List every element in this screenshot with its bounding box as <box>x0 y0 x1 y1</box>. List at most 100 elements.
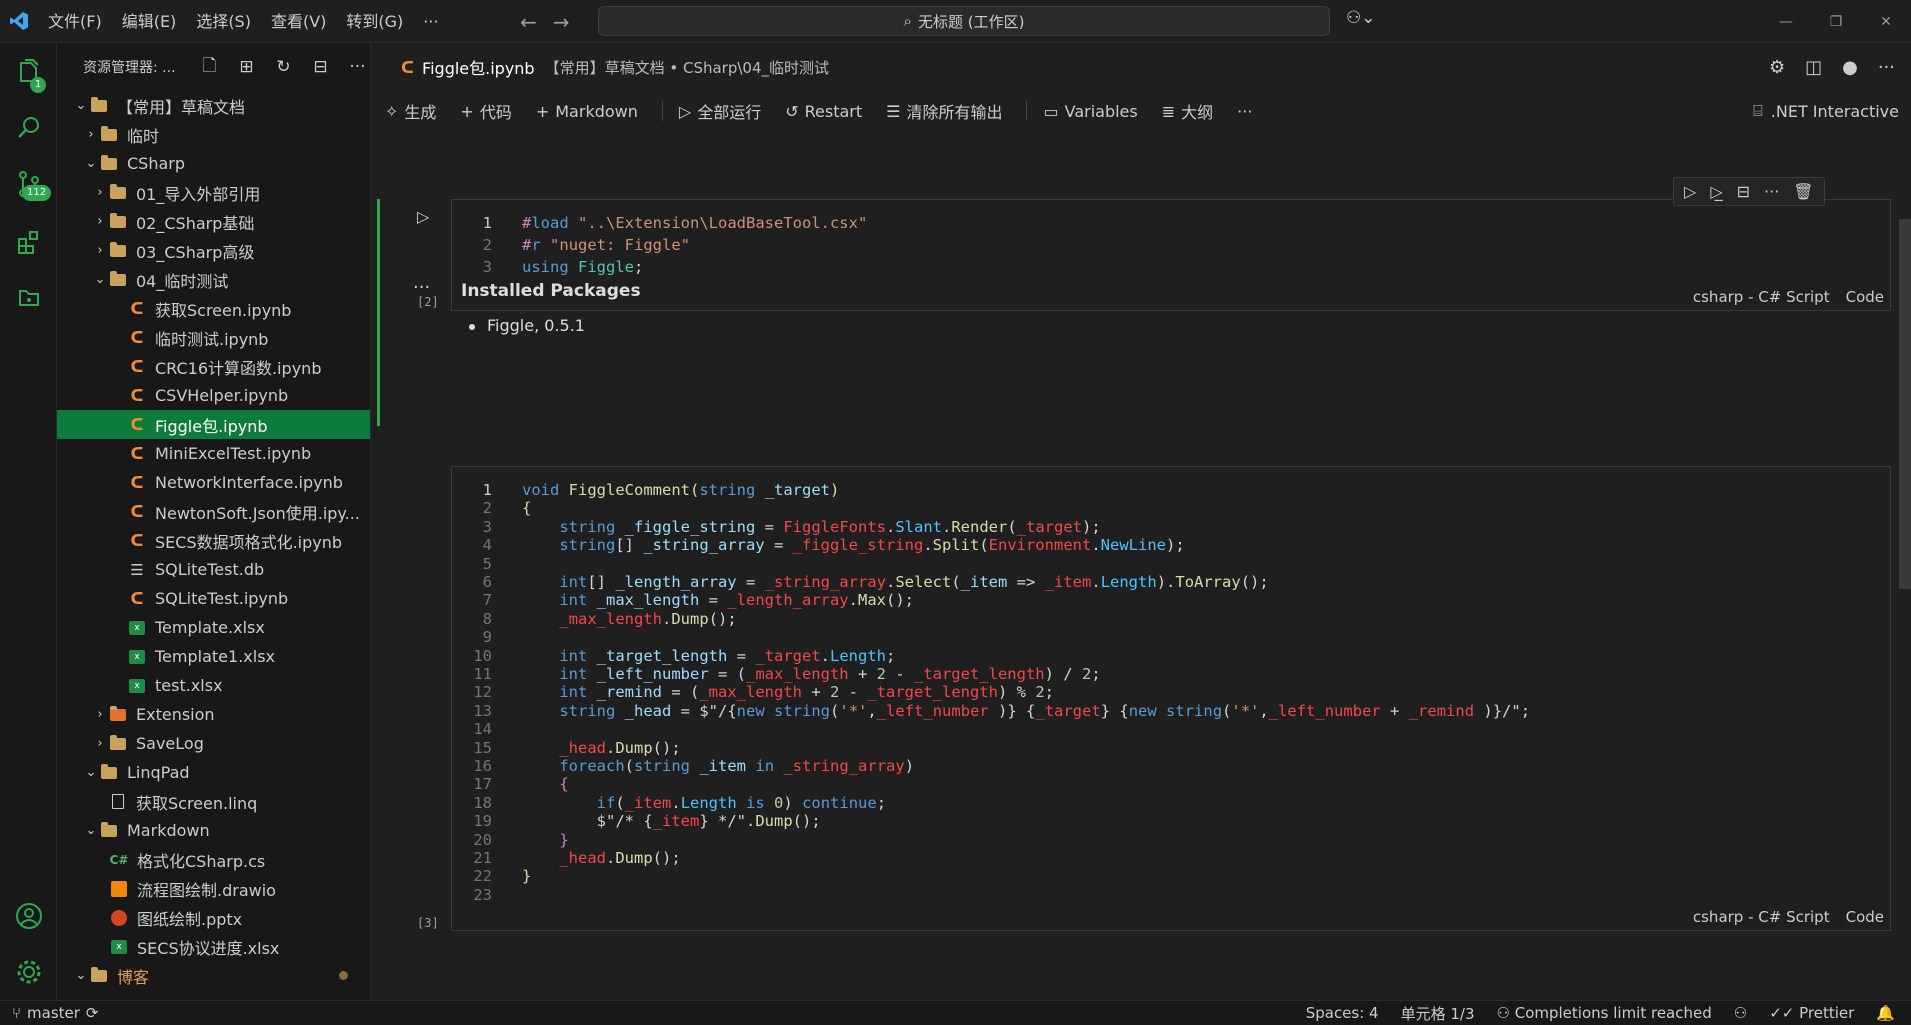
menu-view[interactable]: 查看(V) <box>261 0 336 43</box>
tree-item[interactable]: ᑕ 临时测试.ipynb <box>57 323 370 352</box>
split-editor-icon[interactable]: ◫ <box>1805 57 1822 78</box>
kernel-icon: ⌸ <box>1753 101 1763 120</box>
tree-item[interactable]: ᑕ MiniExcelTest.ipynb <box>57 439 370 468</box>
folder-icon <box>108 270 128 286</box>
code-cell-1[interactable]: 1 #load "..\Extension\LoadBaseTool.csx" … <box>451 199 1891 311</box>
run-all-button[interactable]: ▷ 全部运行 <box>679 99 761 123</box>
tree-item[interactable]: › SaveLog <box>57 729 370 758</box>
tree-item[interactable]: ᑕ CSVHelper.ipynb <box>57 381 370 410</box>
tree-item[interactable]: 获取Screen.linq <box>57 787 370 816</box>
tree-item[interactable]: 图纸绘制.pptx <box>57 903 370 932</box>
restore-icon[interactable]: ❐ <box>1811 0 1861 43</box>
menu-go[interactable]: 转到(G) <box>336 0 413 43</box>
refresh-icon[interactable]: ↻ <box>271 57 296 77</box>
extensions-icon[interactable] <box>0 215 57 269</box>
forward-arrow-icon[interactable]: → <box>553 10 570 34</box>
restart-button[interactable]: ↺ Restart <box>785 102 862 121</box>
prettier-status[interactable]: ✓✓ Prettier <box>1769 1004 1854 1022</box>
code-line: void FiggleComment(string _target) <box>522 481 840 499</box>
account-icon[interactable] <box>0 889 57 943</box>
tree-item[interactable]: › 临时 <box>57 120 370 149</box>
new-folder-icon[interactable]: ⊞ <box>234 57 259 77</box>
tree-item[interactable]: › Extension <box>57 700 370 729</box>
tree-item[interactable]: › 02_CSharp基础 <box>57 207 370 236</box>
menu-edit[interactable]: 编辑(E) <box>112 0 187 43</box>
tree-item[interactable]: ᑕ CRC16计算函数.ipynb <box>57 352 370 381</box>
tree-item[interactable]: 流程图绘制.drawio <box>57 874 370 903</box>
tree-item[interactable]: ᑕ NetworkInterface.ipynb <box>57 468 370 497</box>
tree-item[interactable]: ⌄ 博客 <box>57 961 370 990</box>
tree-item[interactable]: ᑕ NewtonSoft.Json使用.ipy... <box>57 497 370 526</box>
menu-file[interactable]: 文件(F) <box>38 0 112 43</box>
kernel-picker[interactable]: ⌸ .NET Interactive <box>1753 91 1899 131</box>
tree-item[interactable]: x Template.xlsx <box>57 613 370 642</box>
gear-icon[interactable]: ⚙ <box>1769 57 1785 78</box>
completions-status[interactable]: ⚇ Completions limit reached <box>1497 1004 1712 1022</box>
source-control-icon[interactable]: 112 <box>0 157 57 211</box>
cell-more-icon[interactable]: ··· <box>1764 182 1779 201</box>
tree-item[interactable]: ⌄ 04_临时测试 <box>57 265 370 294</box>
run-below-icon[interactable]: ▷̲ <box>1710 182 1722 201</box>
delete-cell-icon[interactable]: 🗑 <box>1793 182 1813 201</box>
unsaved-dot-icon[interactable]: ● <box>1842 57 1858 78</box>
settings-gear-icon[interactable] <box>0 945 57 999</box>
run-cell-icon[interactable]: ▷ <box>417 207 429 226</box>
tree-item[interactable]: › 01_导入外部引用 <box>57 178 370 207</box>
run-above-icon[interactable]: ▷ <box>1684 182 1696 201</box>
explorer-icon[interactable]: 1 <box>0 47 57 101</box>
tree-item[interactable]: x SECS协议进度.xlsx <box>57 932 370 961</box>
run-icon: ▷ <box>678 101 692 121</box>
more-icon[interactable]: ··· <box>1878 57 1895 78</box>
cell-language[interactable]: csharp - C# Script <box>1693 288 1830 306</box>
line-number: 1 <box>482 214 492 232</box>
outline-button[interactable]: ≣ 大纲 <box>1162 99 1213 123</box>
csharp-icon: C# <box>109 852 129 867</box>
collapse-all-icon[interactable]: ⊟ <box>308 57 333 77</box>
tree-item[interactable]: ⌄ 【常用】草稿文档 <box>57 91 370 120</box>
cell-language[interactable]: csharp - C# Script <box>1693 908 1830 926</box>
variables-button[interactable]: ▭ Variables <box>1043 102 1137 121</box>
generate-button[interactable]: ✧ 生成 <box>385 99 436 123</box>
indentation-status[interactable]: Spaces: 4 <box>1306 1004 1379 1022</box>
tree-item[interactable]: ᑕ SECS数据项格式化.ipynb <box>57 526 370 555</box>
tree-item-label: Template.xlsx <box>155 618 265 637</box>
sync-icon[interactable]: ⟳ <box>86 1004 99 1022</box>
output-more-icon[interactable]: ··· <box>413 277 430 298</box>
tree-item[interactable]: ᑕ 获取Screen.ipynb <box>57 294 370 323</box>
tree-item[interactable]: ☰ SQLiteTest.db <box>57 555 370 584</box>
search-view-icon[interactable] <box>0 101 57 155</box>
more-actions-icon[interactable]: ··· <box>345 57 370 77</box>
cell-position-status[interactable]: 单元格 1/3 <box>1401 1003 1475 1024</box>
close-icon[interactable]: ✕ <box>1861 0 1911 43</box>
tree-item[interactable]: ⌄ CSharp <box>57 149 370 178</box>
minimize-icon[interactable]: — <box>1761 0 1811 43</box>
tree-item[interactable]: ⌄ Markdown <box>57 816 370 845</box>
tree-item[interactable]: x Template1.xlsx <box>57 642 370 671</box>
tab-figgle[interactable]: Figgle包.ipynb <box>422 55 535 79</box>
add-markdown-button[interactable]: + Markdown <box>536 102 638 121</box>
copilot-status-icon[interactable]: ⚇ <box>1734 1004 1747 1022</box>
add-code-button[interactable]: + 代码 <box>460 99 511 123</box>
tree-item[interactable]: ᑕ SQLiteTest.ipynb <box>57 584 370 613</box>
line-number: 3 <box>482 258 492 276</box>
new-file-icon[interactable]: 🗋 <box>197 53 222 82</box>
back-arrow-icon[interactable]: ← <box>520 10 537 34</box>
split-cell-icon[interactable]: ⊟ <box>1737 182 1750 201</box>
tree-item[interactable]: x test.xlsx <box>57 671 370 700</box>
branch-indicator[interactable]: ⑂ master ⟳ <box>0 1004 99 1022</box>
tree-item[interactable]: ⌄ LinqPad <box>57 758 370 787</box>
copilot-icon[interactable]: ⚇⌄ <box>1346 8 1375 28</box>
command-center-search[interactable]: ⌕ 无标题 (工作区) <box>598 6 1330 36</box>
menu-more[interactable]: ··· <box>413 0 448 43</box>
remote-explorer-icon[interactable] <box>0 271 57 325</box>
tree-item[interactable]: C# 格式化CSharp.cs <box>57 845 370 874</box>
notebook-icon: ᑕ <box>130 502 144 521</box>
vertical-scrollbar[interactable] <box>1899 219 1911 589</box>
tree-item[interactable]: ᑕ Figgle包.ipynb <box>57 410 370 439</box>
code-cell-2[interactable]: 1 void FiggleComment(string _target) 2 {3 s… <box>451 466 1891 931</box>
clear-outputs-button[interactable]: ☰ 清除所有输出 <box>886 99 1002 123</box>
toolbar-more-button[interactable]: ··· <box>1237 102 1252 121</box>
tree-item[interactable]: › 03_CSharp高级 <box>57 236 370 265</box>
menu-selection[interactable]: 选择(S) <box>186 0 261 43</box>
notifications-bell-icon[interactable]: 🔔 <box>1876 1004 1895 1022</box>
